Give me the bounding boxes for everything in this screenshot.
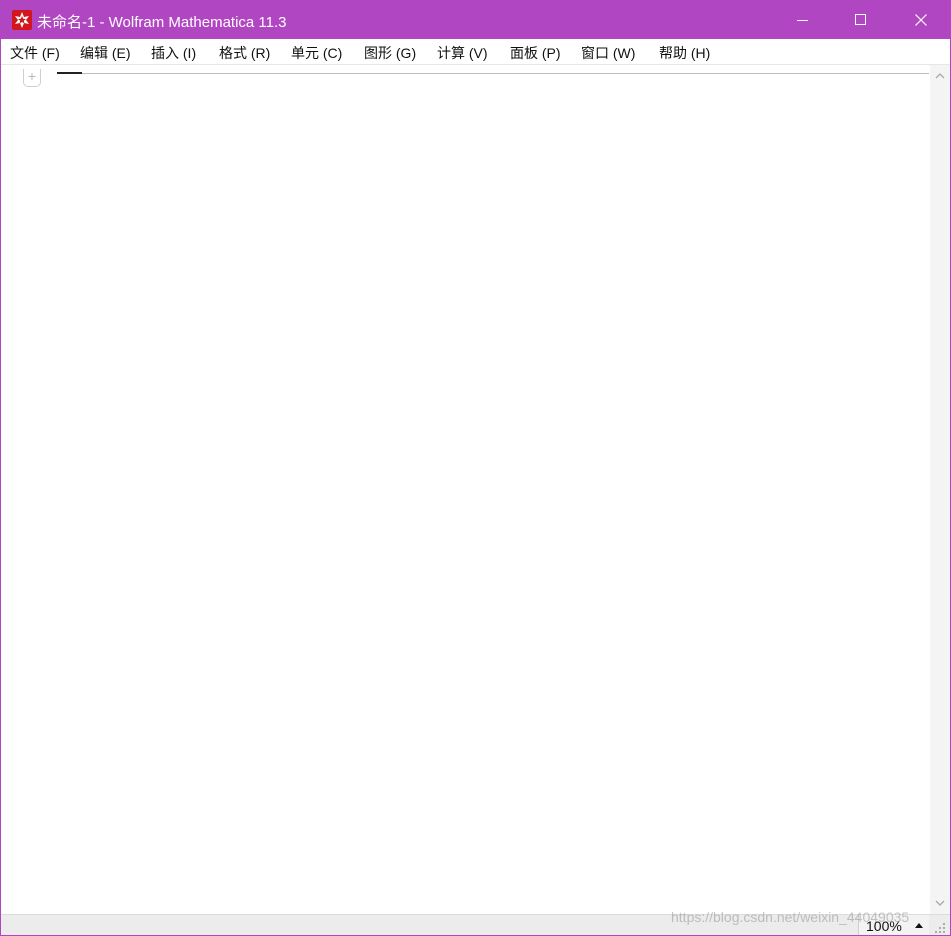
menu-cell[interactable]: 单元 (C) bbox=[291, 43, 342, 63]
cell-insertion-line bbox=[57, 73, 929, 74]
window-title: 未命名-1 - Wolfram Mathematica 11.3 bbox=[37, 14, 287, 31]
cell-insertion-cursor bbox=[57, 72, 82, 74]
minimize-icon bbox=[797, 20, 808, 21]
maximize-icon bbox=[855, 14, 866, 25]
close-icon bbox=[915, 14, 927, 26]
title-bar[interactable]: 未命名-1 - Wolfram Mathematica 11.3 bbox=[1, 1, 950, 39]
vertical-scrollbar[interactable] bbox=[930, 65, 950, 914]
zoom-menu-arrow-icon[interactable] bbox=[915, 923, 923, 928]
menu-window[interactable]: 窗口 (W) bbox=[581, 43, 635, 63]
menu-palettes[interactable]: 面板 (P) bbox=[510, 43, 561, 63]
menu-insert[interactable]: 插入 (I) bbox=[151, 43, 196, 63]
mathematica-window: 未命名-1 - Wolfram Mathematica 11.3 文件 (F) … bbox=[0, 0, 951, 936]
menu-evaluation[interactable]: 计算 (V) bbox=[437, 43, 488, 63]
cell-insert-button[interactable]: + bbox=[23, 69, 41, 87]
menu-file[interactable]: 文件 (F) bbox=[10, 43, 60, 63]
minimize-button[interactable] bbox=[774, 1, 832, 39]
menu-format[interactable]: 格式 (R) bbox=[219, 43, 270, 63]
scroll-up-icon[interactable] bbox=[935, 71, 945, 81]
menu-bar: 文件 (F) 编辑 (E) 插入 (I) 格式 (R) 单元 (C) 图形 (G… bbox=[1, 39, 950, 65]
menu-edit[interactable]: 编辑 (E) bbox=[80, 43, 131, 63]
menu-graphics[interactable]: 图形 (G) bbox=[364, 43, 416, 63]
scroll-down-icon[interactable] bbox=[935, 898, 945, 908]
notebook-area[interactable]: + bbox=[1, 65, 930, 914]
maximize-button[interactable] bbox=[832, 1, 890, 39]
resize-grip-icon[interactable] bbox=[934, 922, 946, 934]
close-button[interactable] bbox=[892, 1, 950, 39]
watermark-text: https://blog.csdn.net/weixin_44049035 bbox=[671, 909, 910, 925]
mathematica-spikey-icon[interactable] bbox=[12, 10, 32, 30]
menu-help[interactable]: 帮助 (H) bbox=[659, 43, 710, 63]
